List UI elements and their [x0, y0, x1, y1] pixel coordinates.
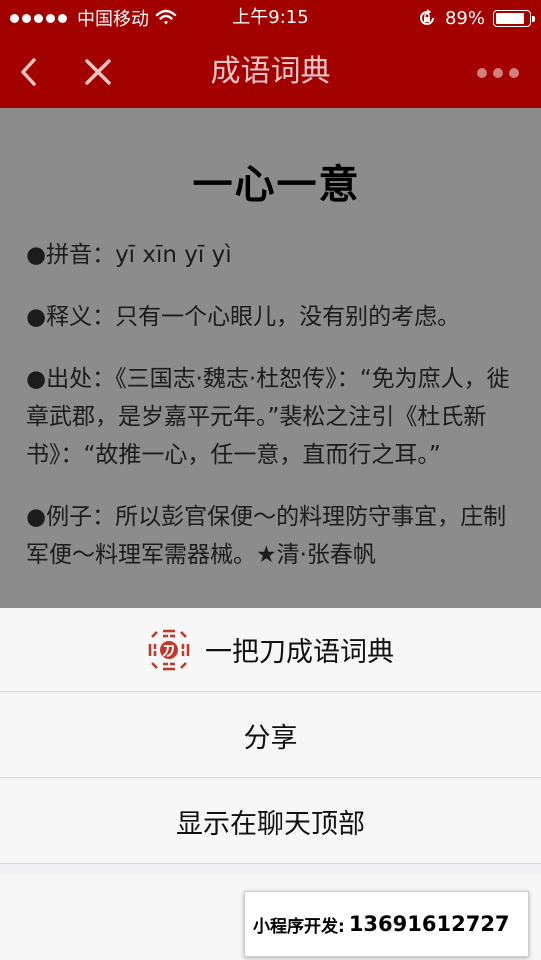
pin-to-chat-button[interactable]: 显示在聊天顶部	[0, 780, 541, 864]
battery-percent: 89%	[444, 7, 485, 29]
rotation-lock-icon	[420, 9, 434, 25]
page-title: 成语词典	[210, 54, 331, 89]
battery-icon	[493, 9, 535, 27]
promo-phone: 13691612727	[348, 912, 510, 936]
battery-level	[496, 12, 525, 24]
more-dots-icon[interactable]	[477, 68, 519, 78]
app-name: 一把刀成语词典	[205, 637, 394, 668]
status-bar: 中国移动 上午9:15 89%	[0, 0, 541, 36]
open-app-item[interactable]: 一把刀成语词典	[0, 608, 541, 692]
share-button[interactable]: 分享	[0, 694, 541, 778]
navigation-bar: 成语词典	[0, 36, 541, 108]
share-label: 分享	[243, 723, 298, 754]
promo-banner: 小程序开发: 13691612727	[244, 891, 529, 957]
bagua-logo-icon	[148, 629, 190, 670]
battery-group: 89%	[417, 0, 535, 36]
promo-label: 小程序开发:	[253, 916, 345, 937]
pin-to-chat-label: 显示在聊天顶部	[176, 809, 365, 840]
